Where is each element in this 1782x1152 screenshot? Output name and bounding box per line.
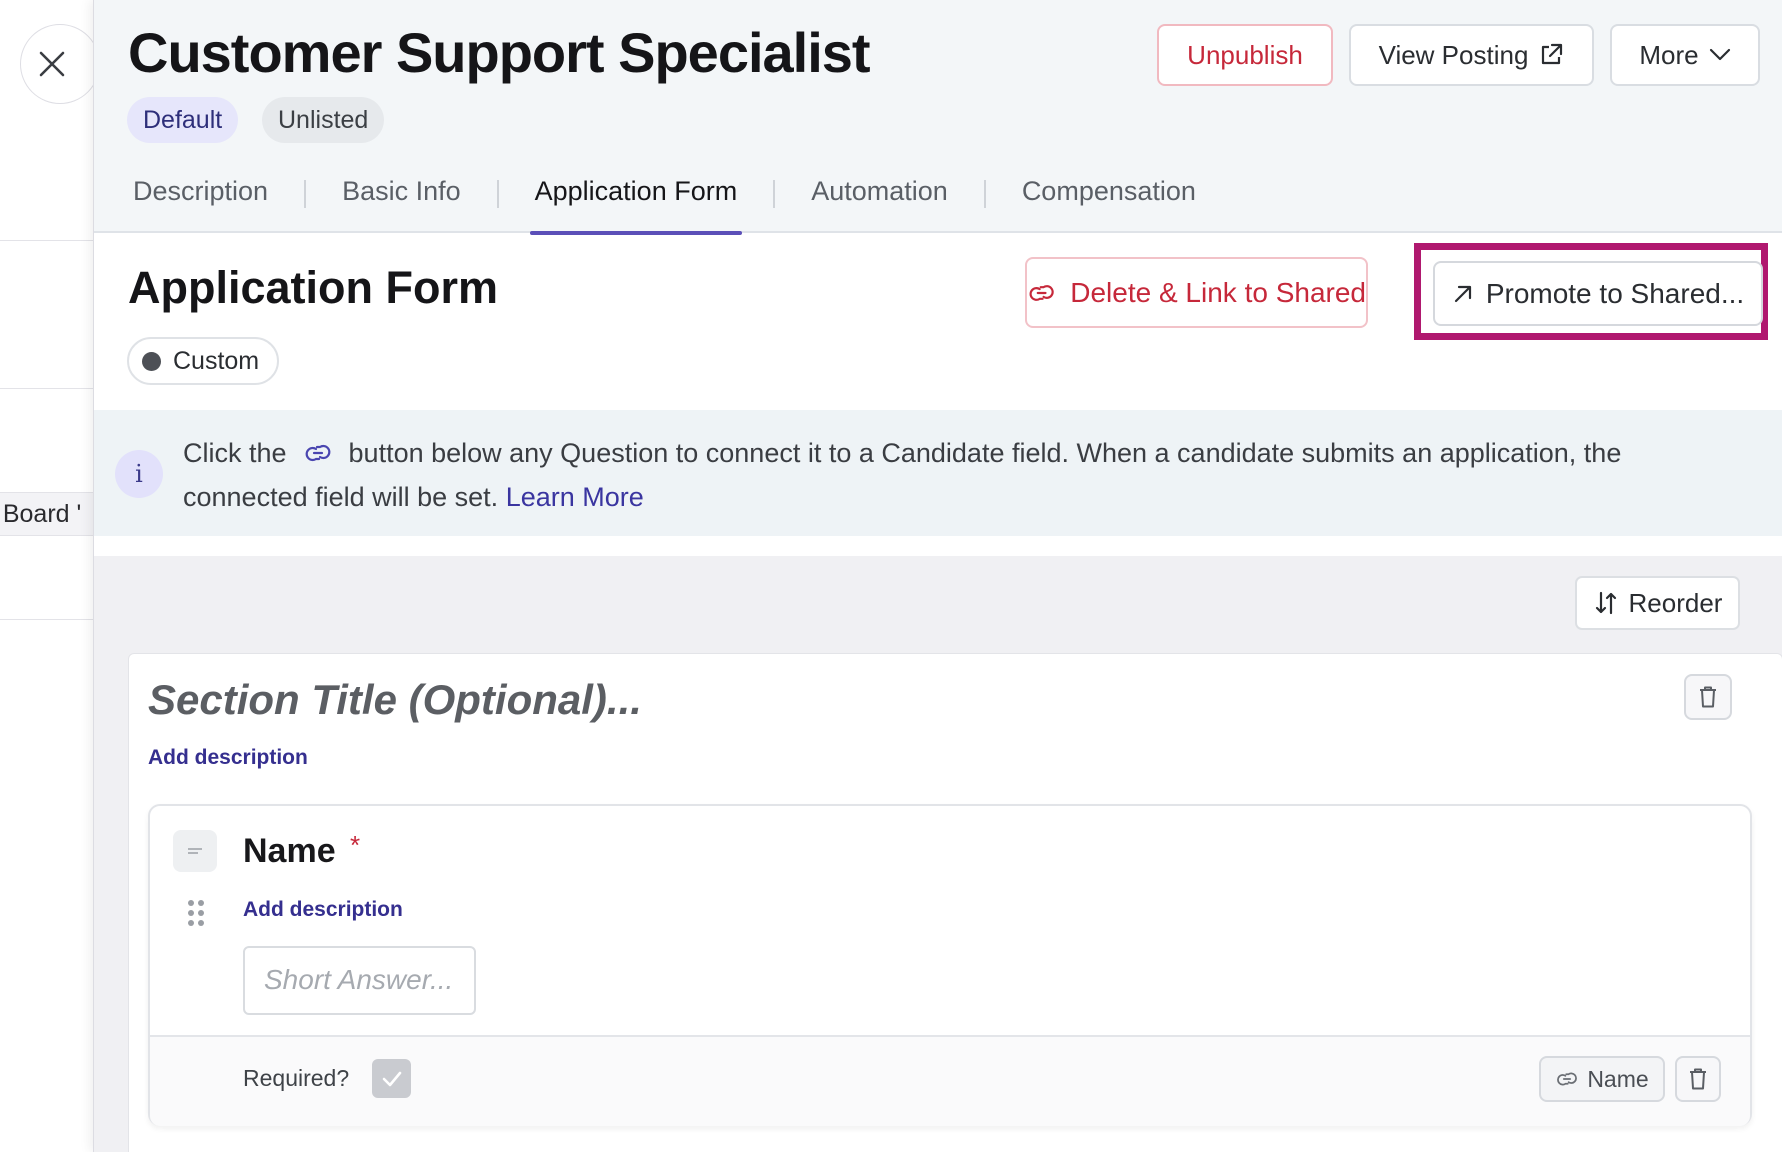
- short-answer-type-icon: [173, 830, 217, 872]
- info-text-before: Click the: [183, 438, 287, 468]
- reorder-label: Reorder: [1628, 587, 1723, 618]
- info-icon: i: [115, 450, 163, 498]
- background-divider: [0, 240, 100, 241]
- link-icon: [1029, 284, 1054, 301]
- close-icon: [39, 51, 65, 77]
- sort-arrows-icon: [1595, 591, 1616, 615]
- job-header: Customer Support Specialist Default Unli…: [94, 0, 1782, 235]
- tab-application-form[interactable]: Application Form: [529, 170, 743, 235]
- background-board-label: b Board ': [0, 500, 82, 528]
- job-drawer: Customer Support Specialist Default Unli…: [93, 0, 1782, 1152]
- trash-icon: [1700, 686, 1716, 708]
- unpublish-label: Unpublish: [1187, 39, 1303, 70]
- question-add-description-link[interactable]: Add description: [243, 898, 403, 922]
- delete-link-shared-label: Delete & Link to Shared: [1070, 276, 1366, 308]
- info-text-after: button below any Question to connect it …: [183, 438, 1622, 512]
- arrow-up-right-icon: [1454, 285, 1471, 302]
- question-label[interactable]: Name: [243, 832, 336, 871]
- tab-divider: [773, 180, 776, 208]
- view-posting-button[interactable]: View Posting: [1349, 24, 1594, 86]
- promote-to-shared-label: Promote to Shared...: [1485, 277, 1745, 309]
- delete-link-shared-button[interactable]: Delete & Link to Shared: [1025, 257, 1368, 328]
- required-asterisk: *: [350, 830, 361, 860]
- delete-question-button[interactable]: [1675, 1056, 1721, 1102]
- linked-field-button[interactable]: Name: [1539, 1056, 1665, 1102]
- promote-to-shared-button[interactable]: Promote to Shared...: [1433, 261, 1763, 326]
- delete-section-button[interactable]: [1684, 674, 1732, 720]
- unpublish-button[interactable]: Unpublish: [1157, 24, 1333, 86]
- tab-divider: [983, 180, 986, 208]
- form-builder: Reorder Section Title (Optional)... Add …: [94, 556, 1782, 1152]
- more-button[interactable]: More: [1610, 24, 1760, 86]
- link-icon: [303, 434, 337, 476]
- job-tabs: Description Basic Info Application Form …: [128, 170, 1201, 235]
- trash-icon: [1690, 1068, 1706, 1090]
- custom-status-pill: Custom: [127, 337, 279, 385]
- default-tag: Default: [127, 97, 239, 143]
- info-text: Click the button below any Question to c…: [183, 432, 1753, 518]
- tab-description[interactable]: Description: [128, 170, 273, 233]
- more-label: More: [1639, 39, 1699, 70]
- background-page: b Board ': [0, 0, 100, 1152]
- form-title: Application Form: [128, 262, 498, 313]
- short-answer-preview-input: Short Answer...: [243, 946, 476, 1015]
- unlisted-tag: Unlisted: [262, 97, 385, 143]
- drag-handle-icon[interactable]: [186, 898, 206, 933]
- form-section: Section Title (Optional)... Add descript…: [128, 653, 1782, 1152]
- tab-divider: [304, 180, 307, 208]
- status-dot-icon: [142, 351, 161, 371]
- screen: b Board ' Customer Support Specialist De…: [0, 0, 1782, 1152]
- view-posting-label: View Posting: [1378, 39, 1529, 70]
- question-card: Name * Add description Short Answer... R…: [148, 804, 1752, 1126]
- info-banner: i Click the button below any Question to…: [94, 410, 1782, 536]
- checkmark-icon: [382, 1071, 401, 1086]
- background-divider: [0, 619, 100, 620]
- tab-automation[interactable]: Automation: [806, 170, 953, 233]
- section-add-description-link[interactable]: Add description: [148, 746, 308, 770]
- learn-more-link[interactable]: Learn More: [506, 482, 644, 512]
- required-label: Required?: [243, 1065, 350, 1091]
- tab-compensation[interactable]: Compensation: [1017, 170, 1201, 233]
- required-checkbox[interactable]: [372, 1059, 411, 1098]
- background-divider: [0, 388, 100, 389]
- background-job-board-cell: b Board ': [0, 492, 100, 536]
- tab-basic-info[interactable]: Basic Info: [337, 170, 466, 233]
- question-footer: Required? Name: [150, 1035, 1750, 1126]
- chevron-down-icon: [1709, 48, 1730, 61]
- job-title: Customer Support Specialist: [128, 21, 871, 84]
- link-icon: [1557, 1072, 1578, 1086]
- custom-status-label: Custom: [173, 346, 260, 375]
- linked-field-label: Name: [1587, 1065, 1649, 1092]
- tab-divider: [496, 180, 499, 208]
- section-title-input[interactable]: Section Title (Optional)...: [148, 676, 642, 724]
- close-drawer-button[interactable]: [20, 24, 100, 104]
- external-link-icon: [1542, 43, 1563, 65]
- reorder-button[interactable]: Reorder: [1575, 576, 1740, 630]
